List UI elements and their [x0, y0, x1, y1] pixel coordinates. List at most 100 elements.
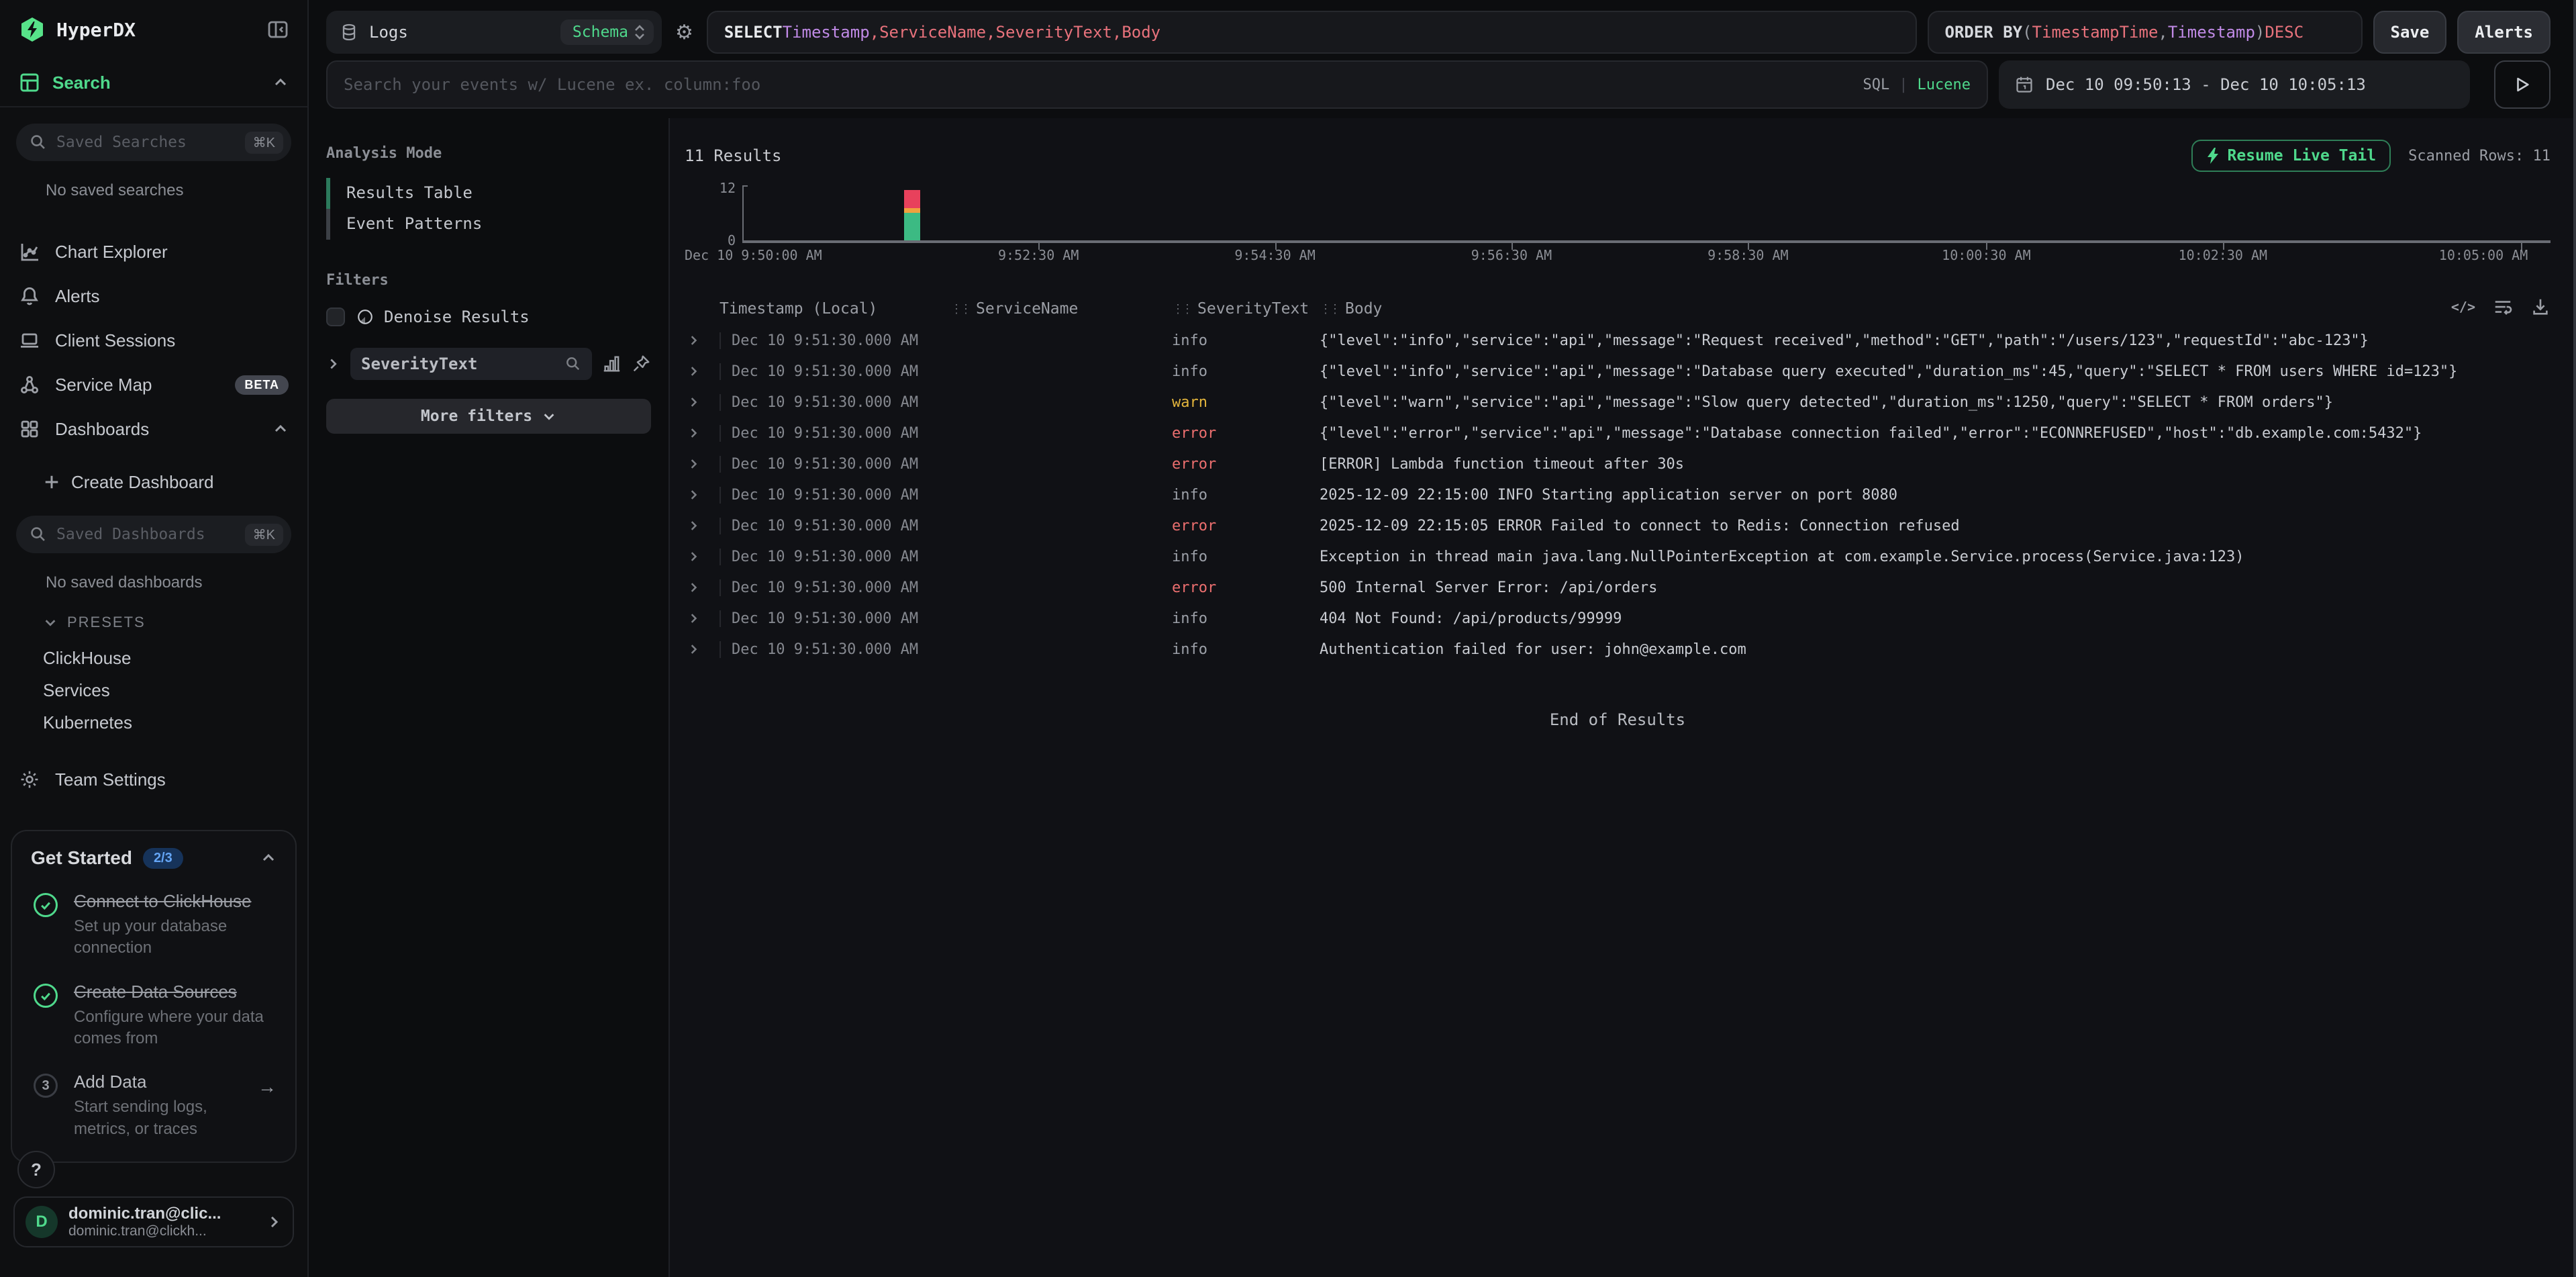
lang-sql-toggle[interactable]: SQL: [1863, 77, 1890, 93]
chevron-up-icon[interactable]: [260, 850, 277, 866]
end-of-results-text: End of Results: [685, 710, 2550, 729]
event-search-box[interactable]: SQL | Lucene: [326, 60, 1988, 109]
chevron-up-icon[interactable]: [273, 75, 289, 91]
row-expand-chevron-icon[interactable]: [685, 550, 720, 563]
histogram-bar-error[interactable]: [904, 190, 920, 208]
save-button[interactable]: Save: [2373, 11, 2447, 54]
user-account[interactable]: D dominic.tran@clic... dominic.tran@clic…: [13, 1196, 294, 1247]
user-name: dominic.tran@clic...: [68, 1204, 255, 1223]
saved-dashboards-field[interactable]: [56, 526, 236, 543]
drag-handle-icon[interactable]: ⋮⋮: [1320, 302, 1338, 316]
row-expand-chevron-icon[interactable]: [685, 334, 720, 347]
preset-item-kubernetes[interactable]: Kubernetes: [0, 706, 307, 739]
more-filters-button[interactable]: More filters: [326, 399, 651, 434]
chevron-up-icon[interactable]: [273, 421, 289, 437]
table-row[interactable]: Dec 10 9:51:30.000 AM info Exception in …: [685, 541, 2550, 572]
chevron-right-icon[interactable]: [326, 357, 341, 371]
table-row[interactable]: Dec 10 9:51:30.000 AM error [ERROR] Lamb…: [685, 448, 2550, 479]
row-expand-chevron-icon[interactable]: [685, 365, 720, 378]
pin-icon[interactable]: [631, 354, 651, 374]
bar-chart-icon[interactable]: [601, 354, 622, 374]
preset-item-clickhouse[interactable]: ClickHouse: [0, 642, 307, 674]
table-row[interactable]: Dec 10 9:51:30.000 AM info 2025-12-09 22…: [685, 479, 2550, 510]
source-select[interactable]: Logs Schema: [326, 11, 662, 54]
download-icon[interactable]: [2530, 297, 2550, 317]
sidebar-item-team-settings[interactable]: Team Settings: [0, 757, 307, 802]
source-settings-gear-icon[interactable]: ⚙: [673, 21, 696, 44]
denoise-checkbox[interactable]: [326, 308, 345, 326]
step-subtitle: Start sending logs, metrics, or traces: [74, 1096, 244, 1140]
presets-toggle[interactable]: PRESETS: [43, 614, 307, 631]
wrap-lines-icon[interactable]: [2493, 297, 2513, 317]
sidebar-item-alerts[interactable]: Alerts: [0, 274, 307, 318]
table-row[interactable]: Dec 10 9:51:30.000 AM info {"level":"inf…: [685, 325, 2550, 356]
collapse-sidebar-icon[interactable]: [267, 19, 289, 40]
cell-body: {"level":"warn","service":"api","message…: [1320, 394, 2550, 411]
date-range-picker[interactable]: Dec 10 09:50:13 - Dec 10 10:05:13: [1999, 60, 2470, 109]
events-histogram[interactable]: 12 0 Dec 10 9:50:00 AM9:52:30 AM9:54:30 …: [685, 180, 2550, 263]
order-by-input[interactable]: ORDER BY (TimestampTime, Timestamp) DESC: [1928, 11, 2363, 54]
mode-event-patterns[interactable]: Event Patterns: [326, 209, 651, 240]
column-header-body[interactable]: ⋮⋮Body: [1320, 300, 2550, 318]
drag-handle-icon[interactable]: ⋮⋮: [950, 302, 969, 316]
mode-results-table[interactable]: Results Table: [326, 178, 651, 209]
row-expand-chevron-icon[interactable]: [685, 643, 720, 656]
get-started-step-datasources[interactable]: Create Data Sources Configure where your…: [31, 981, 277, 1050]
cell-timestamp: Dec 10 9:51:30.000 AM: [720, 518, 950, 534]
create-dashboard-button[interactable]: Create Dashboard: [0, 462, 307, 502]
column-header-servicename[interactable]: ⋮⋮ServiceName: [950, 300, 1172, 318]
get-started-step-connect[interactable]: Connect to ClickHouse Set up your databa…: [31, 890, 277, 959]
y-axis-max-label: 12: [685, 180, 736, 196]
column-header-severitytext[interactable]: ⋮⋮SeverityText: [1172, 300, 1320, 318]
row-expand-chevron-icon[interactable]: [685, 488, 720, 502]
severity-filter-input[interactable]: SeverityText: [350, 348, 592, 380]
order-by-keyword: ORDER BY: [1945, 23, 2023, 42]
severity-filter-value: SeverityText: [361, 354, 557, 373]
row-expand-chevron-icon[interactable]: [685, 519, 720, 532]
create-dashboard-label: Create Dashboard: [71, 472, 213, 493]
select-clause-input[interactable]: SELECT Timestamp,ServiceName,SeverityTex…: [707, 11, 1917, 54]
avatar: D: [26, 1206, 58, 1238]
sidebar-item-client-sessions[interactable]: Client Sessions: [0, 318, 307, 363]
sidebar-item-chart-explorer[interactable]: Chart Explorer: [0, 230, 307, 274]
schema-select[interactable]: Schema: [560, 19, 654, 45]
bell-icon: [19, 285, 40, 307]
table-row[interactable]: Dec 10 9:51:30.000 AM info Authenticatio…: [685, 634, 2550, 665]
row-expand-chevron-icon[interactable]: [685, 581, 720, 594]
sidebar-item-service-map[interactable]: Service Map BETA: [0, 363, 307, 407]
sidebar-item-label: Service Map: [55, 375, 152, 395]
saved-searches-field[interactable]: [56, 134, 236, 151]
help-button[interactable]: ?: [17, 1151, 55, 1188]
table-row[interactable]: Dec 10 9:51:30.000 AM warn {"level":"war…: [685, 387, 2550, 418]
cell-severitytext: info: [1172, 641, 1320, 658]
view-source-icon[interactable]: </>: [2451, 299, 2475, 315]
row-expand-chevron-icon[interactable]: [685, 395, 720, 409]
alerts-button[interactable]: Alerts: [2457, 11, 2550, 54]
row-expand-chevron-icon[interactable]: [685, 426, 720, 440]
get-started-step-add-data[interactable]: 3 Add Data Start sending logs, metrics, …: [31, 1071, 277, 1140]
lang-lucene-toggle[interactable]: Lucene: [1918, 77, 1971, 93]
histogram-bar-warn[interactable]: [904, 208, 920, 213]
sidebar-item-search[interactable]: Search: [0, 59, 307, 107]
sidebar-item-label: Team Settings: [55, 769, 166, 790]
table-row[interactable]: Dec 10 9:51:30.000 AM error 500 Internal…: [685, 572, 2550, 603]
column-header-timestamp[interactable]: Timestamp (Local): [720, 300, 950, 318]
row-expand-chevron-icon[interactable]: [685, 612, 720, 625]
histogram-bar-info[interactable]: [904, 213, 920, 240]
row-expand-chevron-icon[interactable]: [685, 457, 720, 471]
step-subtitle: Configure where your data comes from: [74, 1006, 275, 1050]
drag-handle-icon[interactable]: ⋮⋮: [1172, 302, 1191, 316]
table-row[interactable]: Dec 10 9:51:30.000 AM info 404 Not Found…: [685, 603, 2550, 634]
table-row[interactable]: Dec 10 9:51:30.000 AM error 2025-12-09 2…: [685, 510, 2550, 541]
saved-searches-input[interactable]: ⌘K: [16, 124, 291, 161]
search-input[interactable]: [344, 75, 1850, 94]
table-row[interactable]: Dec 10 9:51:30.000 AM error {"level":"er…: [685, 418, 2550, 448]
table-row[interactable]: Dec 10 9:51:30.000 AM info {"level":"inf…: [685, 356, 2550, 387]
saved-dashboards-input[interactable]: ⌘K: [16, 516, 291, 553]
more-filters-label: More filters: [421, 408, 532, 425]
results-table: Timestamp (Local) ⋮⋮ServiceName ⋮⋮Severi…: [685, 293, 2550, 665]
resume-live-tail-button[interactable]: Resume Live Tail: [2191, 140, 2391, 172]
preset-item-services[interactable]: Services: [0, 674, 307, 706]
sidebar-item-dashboards[interactable]: Dashboards: [0, 407, 307, 451]
run-query-button[interactable]: [2494, 60, 2550, 109]
